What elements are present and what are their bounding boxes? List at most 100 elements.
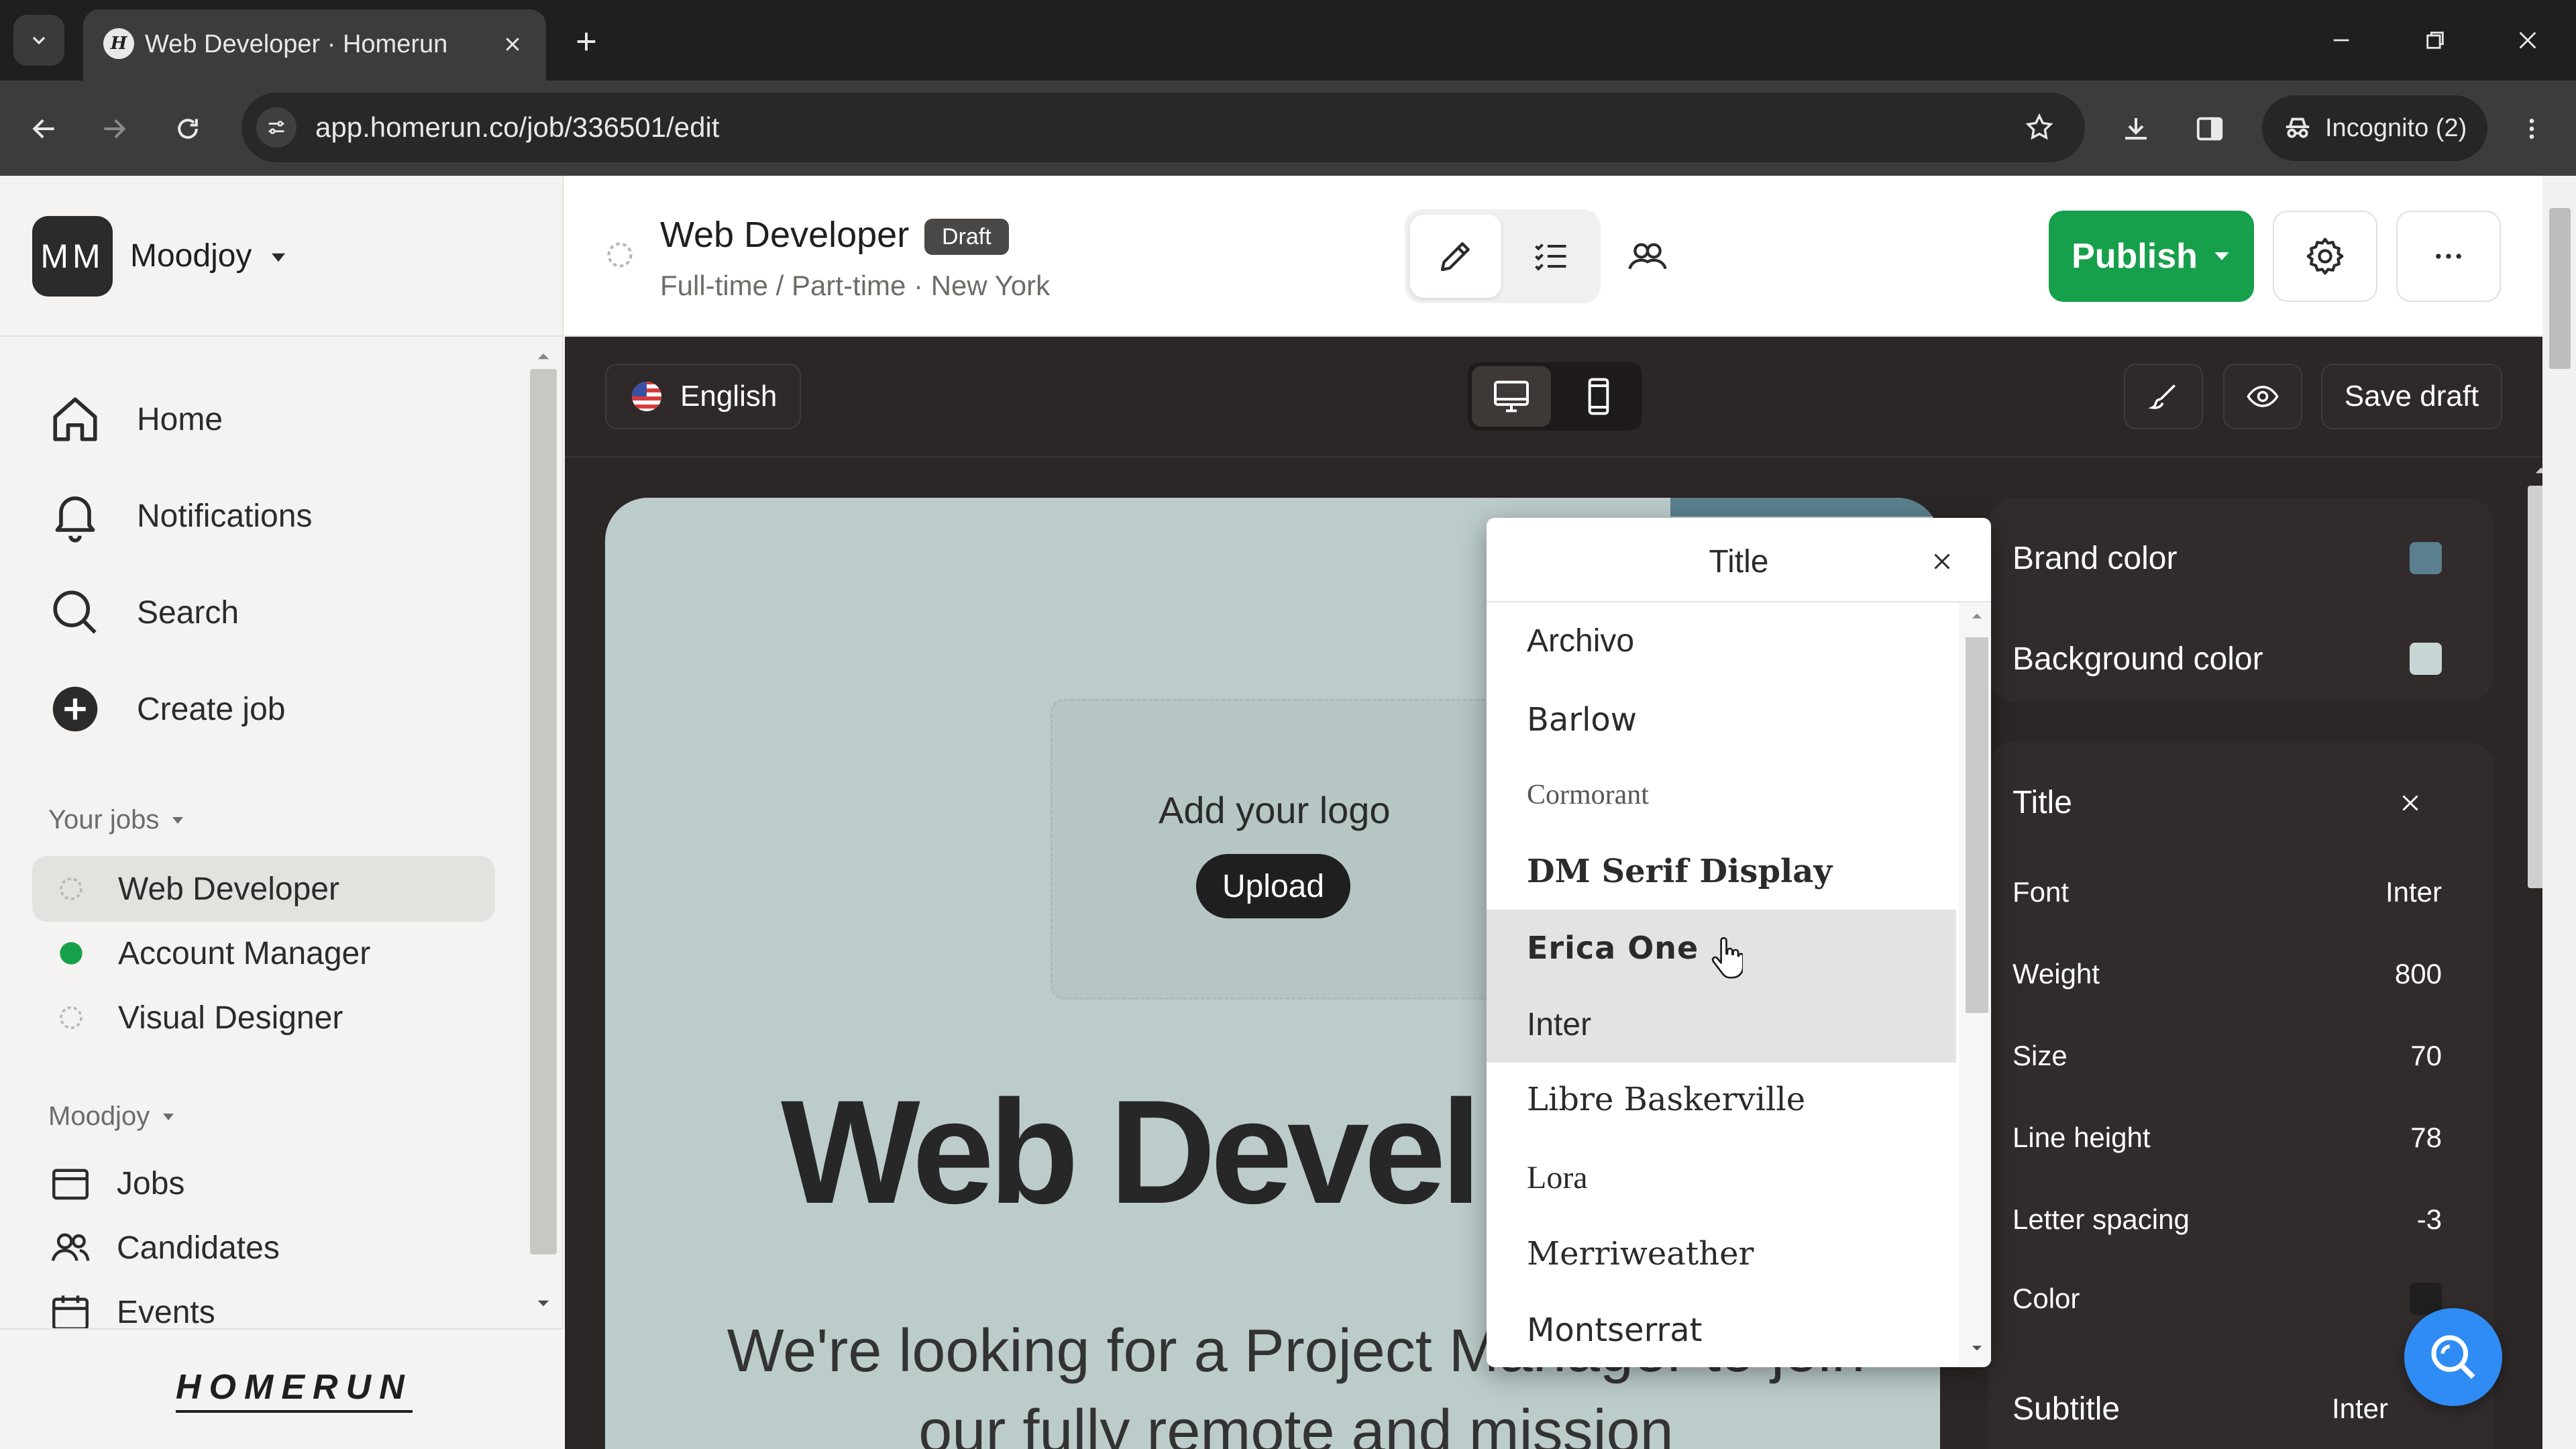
site-info-button[interactable] — [256, 107, 297, 148]
prop-label: Letter spacing — [2012, 1203, 2190, 1235]
forward-button[interactable] — [93, 107, 136, 150]
font-option[interactable]: DM Serif Display — [1487, 833, 1956, 910]
help-search-button[interactable] — [2404, 1308, 2502, 1406]
incognito-indicator[interactable]: Incognito (2) — [2262, 95, 2487, 161]
title-section-label: Title — [2012, 784, 2072, 820]
people-mode-button[interactable] — [1602, 215, 1693, 298]
prop-value: -3 — [2416, 1203, 2442, 1235]
job-label: Web Developer — [118, 871, 339, 907]
publish-label: Publish — [2072, 237, 2198, 276]
close-font-picker-button[interactable] — [1925, 545, 1959, 578]
close-title-settings-button[interactable] — [2394, 786, 2427, 820]
background-color-row[interactable]: Background color — [2012, 632, 2442, 686]
sidebar-job-web-developer[interactable]: Web Developer — [32, 856, 495, 922]
sidebar-item-home[interactable]: Home — [47, 389, 223, 449]
sidebar-job-account-manager[interactable]: Account Manager — [32, 920, 495, 986]
desktop-preview-button[interactable] — [1472, 366, 1551, 427]
ellipsis-icon — [2436, 254, 2461, 259]
sidebar-job-visual-designer[interactable]: Visual Designer — [32, 985, 495, 1051]
letter-spacing-row[interactable]: Letter spacing -3 — [2012, 1193, 2442, 1246]
side-panel-button[interactable] — [2187, 106, 2233, 152]
font-option[interactable]: Cormorant — [1487, 757, 1956, 833]
mobile-preview-button[interactable] — [1559, 366, 1638, 427]
bookmark-button[interactable] — [2021, 109, 2058, 146]
scroll-down-icon[interactable] — [1966, 1336, 1988, 1359]
job-header: Web Developer Draft Full-time / Part-tim… — [565, 176, 2576, 337]
caret-down-icon — [272, 253, 285, 262]
workspace-switcher[interactable]: MM Moodjoy — [0, 176, 564, 337]
search-icon — [2431, 1335, 2475, 1379]
address-bar[interactable]: app.homerun.co/job/336501/edit — [241, 93, 2085, 162]
sidebar-item-notifications[interactable]: Notifications — [47, 486, 312, 546]
sidebar-item-search[interactable]: Search — [47, 582, 239, 643]
draft-status-icon — [58, 1004, 85, 1031]
close-icon — [2402, 795, 2418, 811]
your-jobs-section-toggle[interactable]: Your jobs — [48, 805, 186, 835]
save-draft-button[interactable]: Save draft — [2321, 364, 2502, 429]
font-option[interactable]: Merriweather — [1487, 1216, 1956, 1292]
line-height-row[interactable]: Line height 78 — [2012, 1111, 2442, 1165]
close-window-button[interactable] — [2508, 20, 2548, 60]
font-option[interactable]: Montserrat — [1487, 1292, 1956, 1367]
tab-close-button[interactable] — [496, 28, 529, 60]
minimize-window-button[interactable] — [2321, 20, 2361, 60]
device-preview-switcher — [1468, 362, 1642, 431]
more-options-button[interactable] — [2396, 211, 2501, 302]
back-button[interactable] — [23, 107, 66, 150]
color-row[interactable]: Color — [2012, 1272, 2442, 1326]
tab-search-button[interactable] — [13, 15, 64, 66]
downloads-button[interactable] — [2113, 106, 2159, 152]
workspace-avatar: MM — [32, 216, 113, 297]
sidebar-item-candidates[interactable]: Candidates — [48, 1221, 280, 1275]
workspace-section-toggle[interactable]: Moodjoy — [48, 1102, 176, 1132]
page-scroll-thumb[interactable] — [2549, 208, 2571, 369]
font-option[interactable]: Inter — [1487, 986, 1956, 1063]
job-settings-button[interactable] — [2273, 211, 2377, 302]
upload-logo-button[interactable]: Upload — [1196, 854, 1350, 918]
sidebar-item-create-job[interactable]: Create job — [47, 679, 285, 739]
restore-window-button[interactable] — [2415, 20, 2455, 60]
incognito-icon — [2286, 117, 2310, 138]
gear-icon — [2306, 237, 2344, 275]
download-icon — [2125, 118, 2147, 140]
preview-job-title[interactable]: Web Devel — [781, 1075, 1482, 1229]
plus-icon — [577, 32, 596, 51]
brand-color-row[interactable]: Brand color — [2012, 531, 2442, 585]
font-list-scroll-thumb[interactable] — [1966, 637, 1988, 1013]
font-row[interactable]: Font Inter — [2012, 865, 2442, 919]
font-option-label: Inter — [1527, 1006, 1592, 1042]
checklist-mode-button[interactable] — [1505, 215, 1597, 298]
edit-mode-button[interactable] — [1410, 215, 1501, 298]
title-section-header: Title — [2012, 775, 2442, 829]
subtitle-font-value: Inter — [2331, 1393, 2388, 1424]
scroll-up-icon[interactable] — [1966, 605, 1988, 628]
font-option[interactable]: Lora — [1487, 1139, 1956, 1216]
sidebar-item-jobs[interactable]: Jobs — [48, 1157, 184, 1210]
language-selector[interactable]: English — [605, 364, 801, 429]
reload-button[interactable] — [166, 107, 209, 150]
font-option[interactable]: Libre Baskerville — [1487, 1061, 1956, 1138]
style-brush-button[interactable] — [2124, 364, 2203, 429]
sidebar-scroll-thumb[interactable] — [530, 369, 557, 1254]
background-color-swatch[interactable] — [2410, 643, 2442, 675]
subtitle-row[interactable]: Subtitle Inter — [2012, 1382, 2442, 1436]
prop-value: 70 — [2410, 1040, 2442, 1071]
logo-upload-area[interactable]: Add your logo Upload — [1051, 699, 1520, 1000]
new-tab-button[interactable] — [568, 23, 605, 60]
browser-tab-active[interactable]: H Web Developer · Homerun — [83, 9, 546, 80]
restore-icon — [2426, 32, 2444, 49]
weight-row[interactable]: Weight 800 — [2012, 947, 2442, 1001]
workspace-section-label: Moodjoy — [48, 1102, 150, 1131]
status-badge: Draft — [924, 219, 1009, 255]
scroll-down-icon[interactable] — [530, 1289, 557, 1316]
logo-prompt: Add your logo — [1159, 789, 1391, 831]
sidebar-item-label: Notifications — [137, 498, 313, 534]
browser-menu-button[interactable] — [2509, 106, 2555, 152]
font-option[interactable]: Archivo — [1487, 602, 1956, 679]
preview-eye-button[interactable] — [2223, 364, 2302, 429]
brand-color-swatch[interactable] — [2410, 542, 2442, 574]
size-row[interactable]: Size 70 — [2012, 1029, 2442, 1083]
font-option[interactable]: Barlow — [1487, 682, 1956, 758]
publish-button[interactable]: Publish — [2049, 211, 2254, 302]
prop-value: Inter — [2385, 876, 2442, 908]
